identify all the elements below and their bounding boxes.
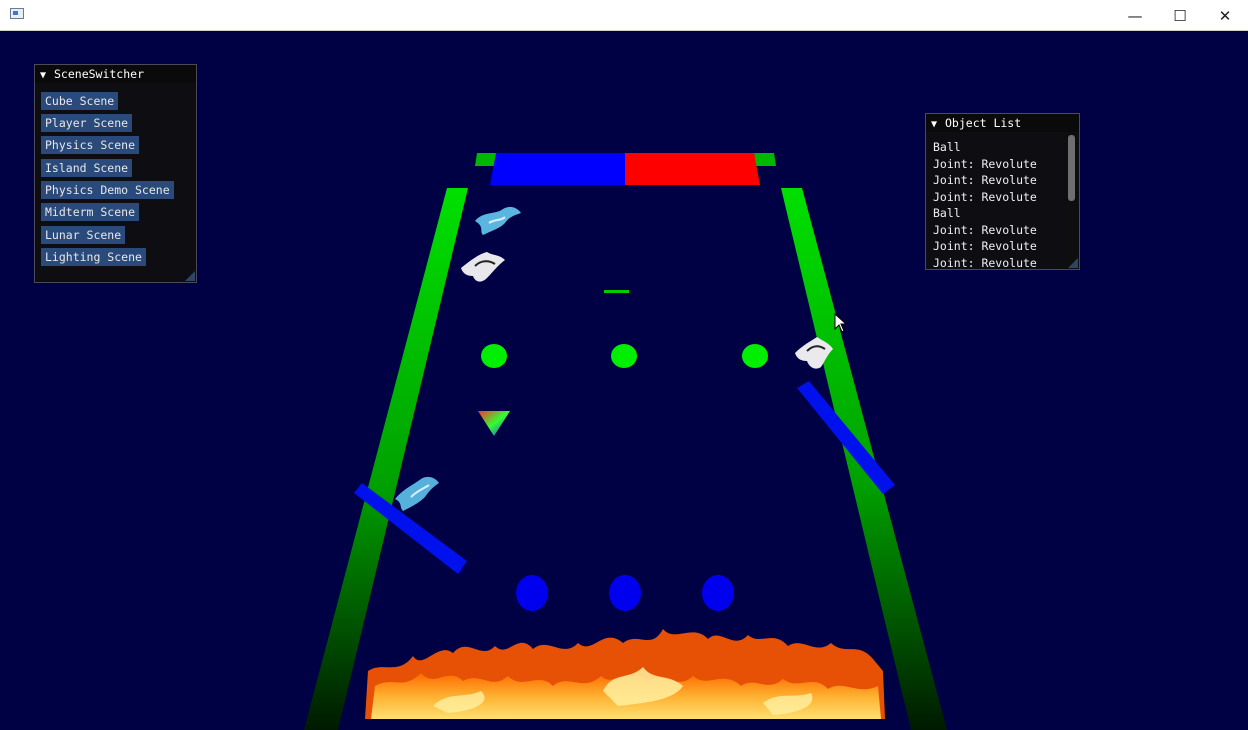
blue-peg xyxy=(702,575,734,611)
window-titlebar: — ☐ ✕ xyxy=(0,0,1248,31)
collapse-triangle-icon[interactable]: ▼ xyxy=(931,116,945,134)
green-peg xyxy=(481,344,507,368)
mouse-cursor-icon xyxy=(834,313,848,333)
object-list-title: Object List xyxy=(945,116,1022,130)
blue-figure-sprite xyxy=(395,476,439,511)
minimize-button[interactable]: — xyxy=(1112,0,1158,31)
resize-grip-icon[interactable] xyxy=(185,271,195,281)
midterm-scene-button[interactable]: Midterm Scene xyxy=(41,203,140,221)
object-list-items: Ball Joint: Revolute Joint: Revolute Joi… xyxy=(933,139,1037,271)
list-item[interactable]: Ball xyxy=(933,139,1037,156)
list-item[interactable]: Joint: Revolute xyxy=(933,238,1037,255)
blue-peg xyxy=(516,575,548,611)
player-scene-button[interactable]: Player Scene xyxy=(41,114,133,132)
object-list-header[interactable]: ▼ Object List xyxy=(926,114,1079,132)
goal-red xyxy=(625,153,760,185)
object-list-scrollbar[interactable] xyxy=(1068,135,1075,261)
list-item[interactable]: Joint: Revolute xyxy=(933,255,1037,272)
list-item[interactable]: Joint: Revolute xyxy=(933,156,1037,173)
goal-blue xyxy=(490,153,625,185)
list-item[interactable]: Joint: Revolute xyxy=(933,172,1037,189)
physics-demo-scene-button[interactable]: Physics Demo Scene xyxy=(41,181,174,199)
left-wall xyxy=(304,188,468,730)
rgb-triangle xyxy=(478,411,510,436)
object-list-panel[interactable]: ▼ Object List Ball Joint: Revolute Joint:… xyxy=(925,113,1080,270)
top-right-post xyxy=(754,153,776,166)
green-peg xyxy=(611,344,637,368)
cube-scene-button[interactable]: Cube Scene xyxy=(41,92,119,110)
blue-figure-sprite xyxy=(475,206,521,235)
list-item[interactable]: Joint: Revolute xyxy=(933,189,1037,206)
physics-scene-button[interactable]: Physics Scene xyxy=(41,136,140,154)
app-icon xyxy=(10,8,24,19)
blue-peg xyxy=(609,575,641,611)
lunar-scene-button[interactable]: Lunar Scene xyxy=(41,226,126,244)
scrollbar-thumb[interactable] xyxy=(1068,135,1075,201)
scene-switcher-panel[interactable]: ▼ SceneSwitcher Cube Scene Player Scene P… xyxy=(34,64,197,283)
list-item[interactable]: Ball xyxy=(933,205,1037,222)
resize-grip-icon[interactable] xyxy=(1068,258,1078,268)
white-figure-sprite xyxy=(461,252,505,282)
maximize-button[interactable]: ☐ xyxy=(1157,0,1203,31)
lighting-scene-button[interactable]: Lighting Scene xyxy=(41,248,146,266)
center-marker xyxy=(604,290,629,293)
close-button[interactable]: ✕ xyxy=(1202,0,1248,31)
scene-switcher-title: SceneSwitcher xyxy=(54,67,145,81)
green-peg xyxy=(742,344,768,368)
scene-switcher-header[interactable]: ▼ SceneSwitcher xyxy=(35,65,196,83)
fire-floor xyxy=(365,629,885,719)
collapse-triangle-icon[interactable]: ▼ xyxy=(40,67,54,85)
list-item[interactable]: Joint: Revolute xyxy=(933,222,1037,239)
island-scene-button[interactable]: Island Scene xyxy=(41,159,133,177)
